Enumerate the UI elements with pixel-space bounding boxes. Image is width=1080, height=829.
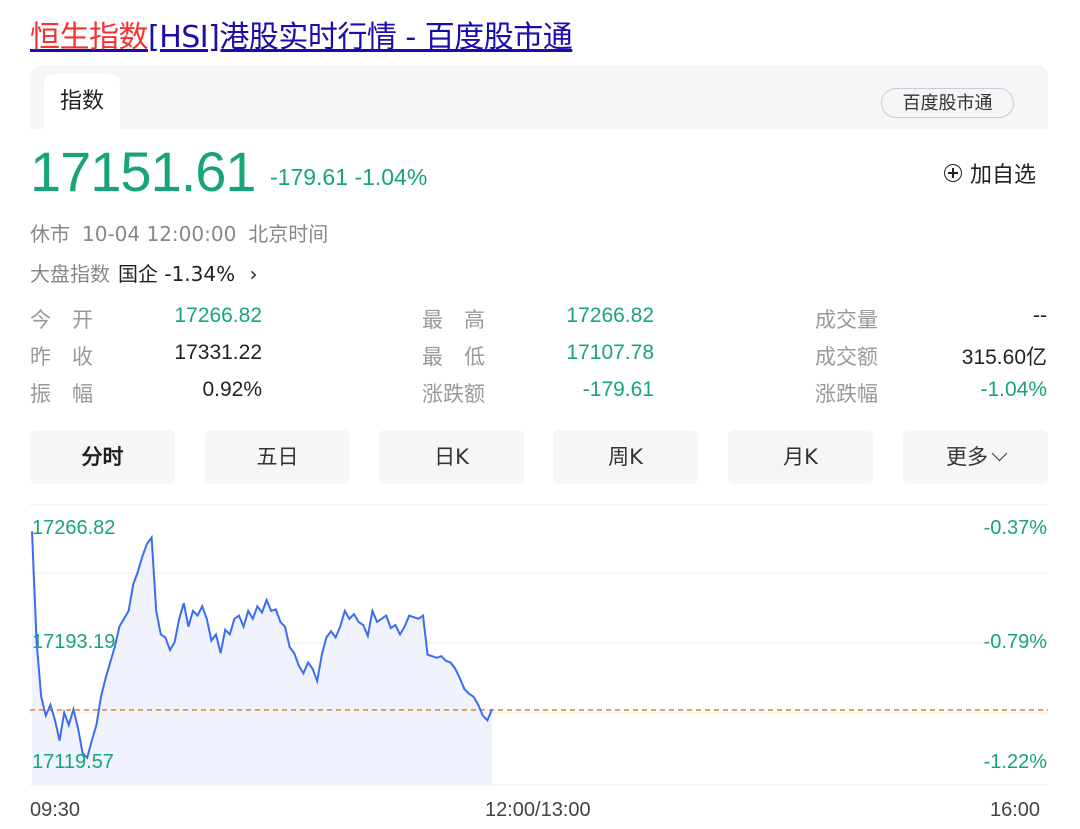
y-right-label-mid: -0.79%	[983, 631, 1047, 653]
x-label-open: 09:30	[30, 799, 81, 821]
x-label-close: 16:00	[990, 799, 1041, 821]
price-area-fill	[32, 531, 492, 785]
y-right-label-high: -0.37%	[983, 517, 1047, 539]
y-label-mid: 17193.19	[32, 631, 116, 653]
y-label-high: 17266.82	[32, 517, 116, 539]
intraday-chart[interactable]	[0, 0, 1080, 829]
y-label-low: 17119.57	[32, 751, 114, 773]
y-right-label-low: -1.22%	[983, 751, 1047, 773]
x-label-midday: 12:00/13:00	[485, 799, 591, 821]
